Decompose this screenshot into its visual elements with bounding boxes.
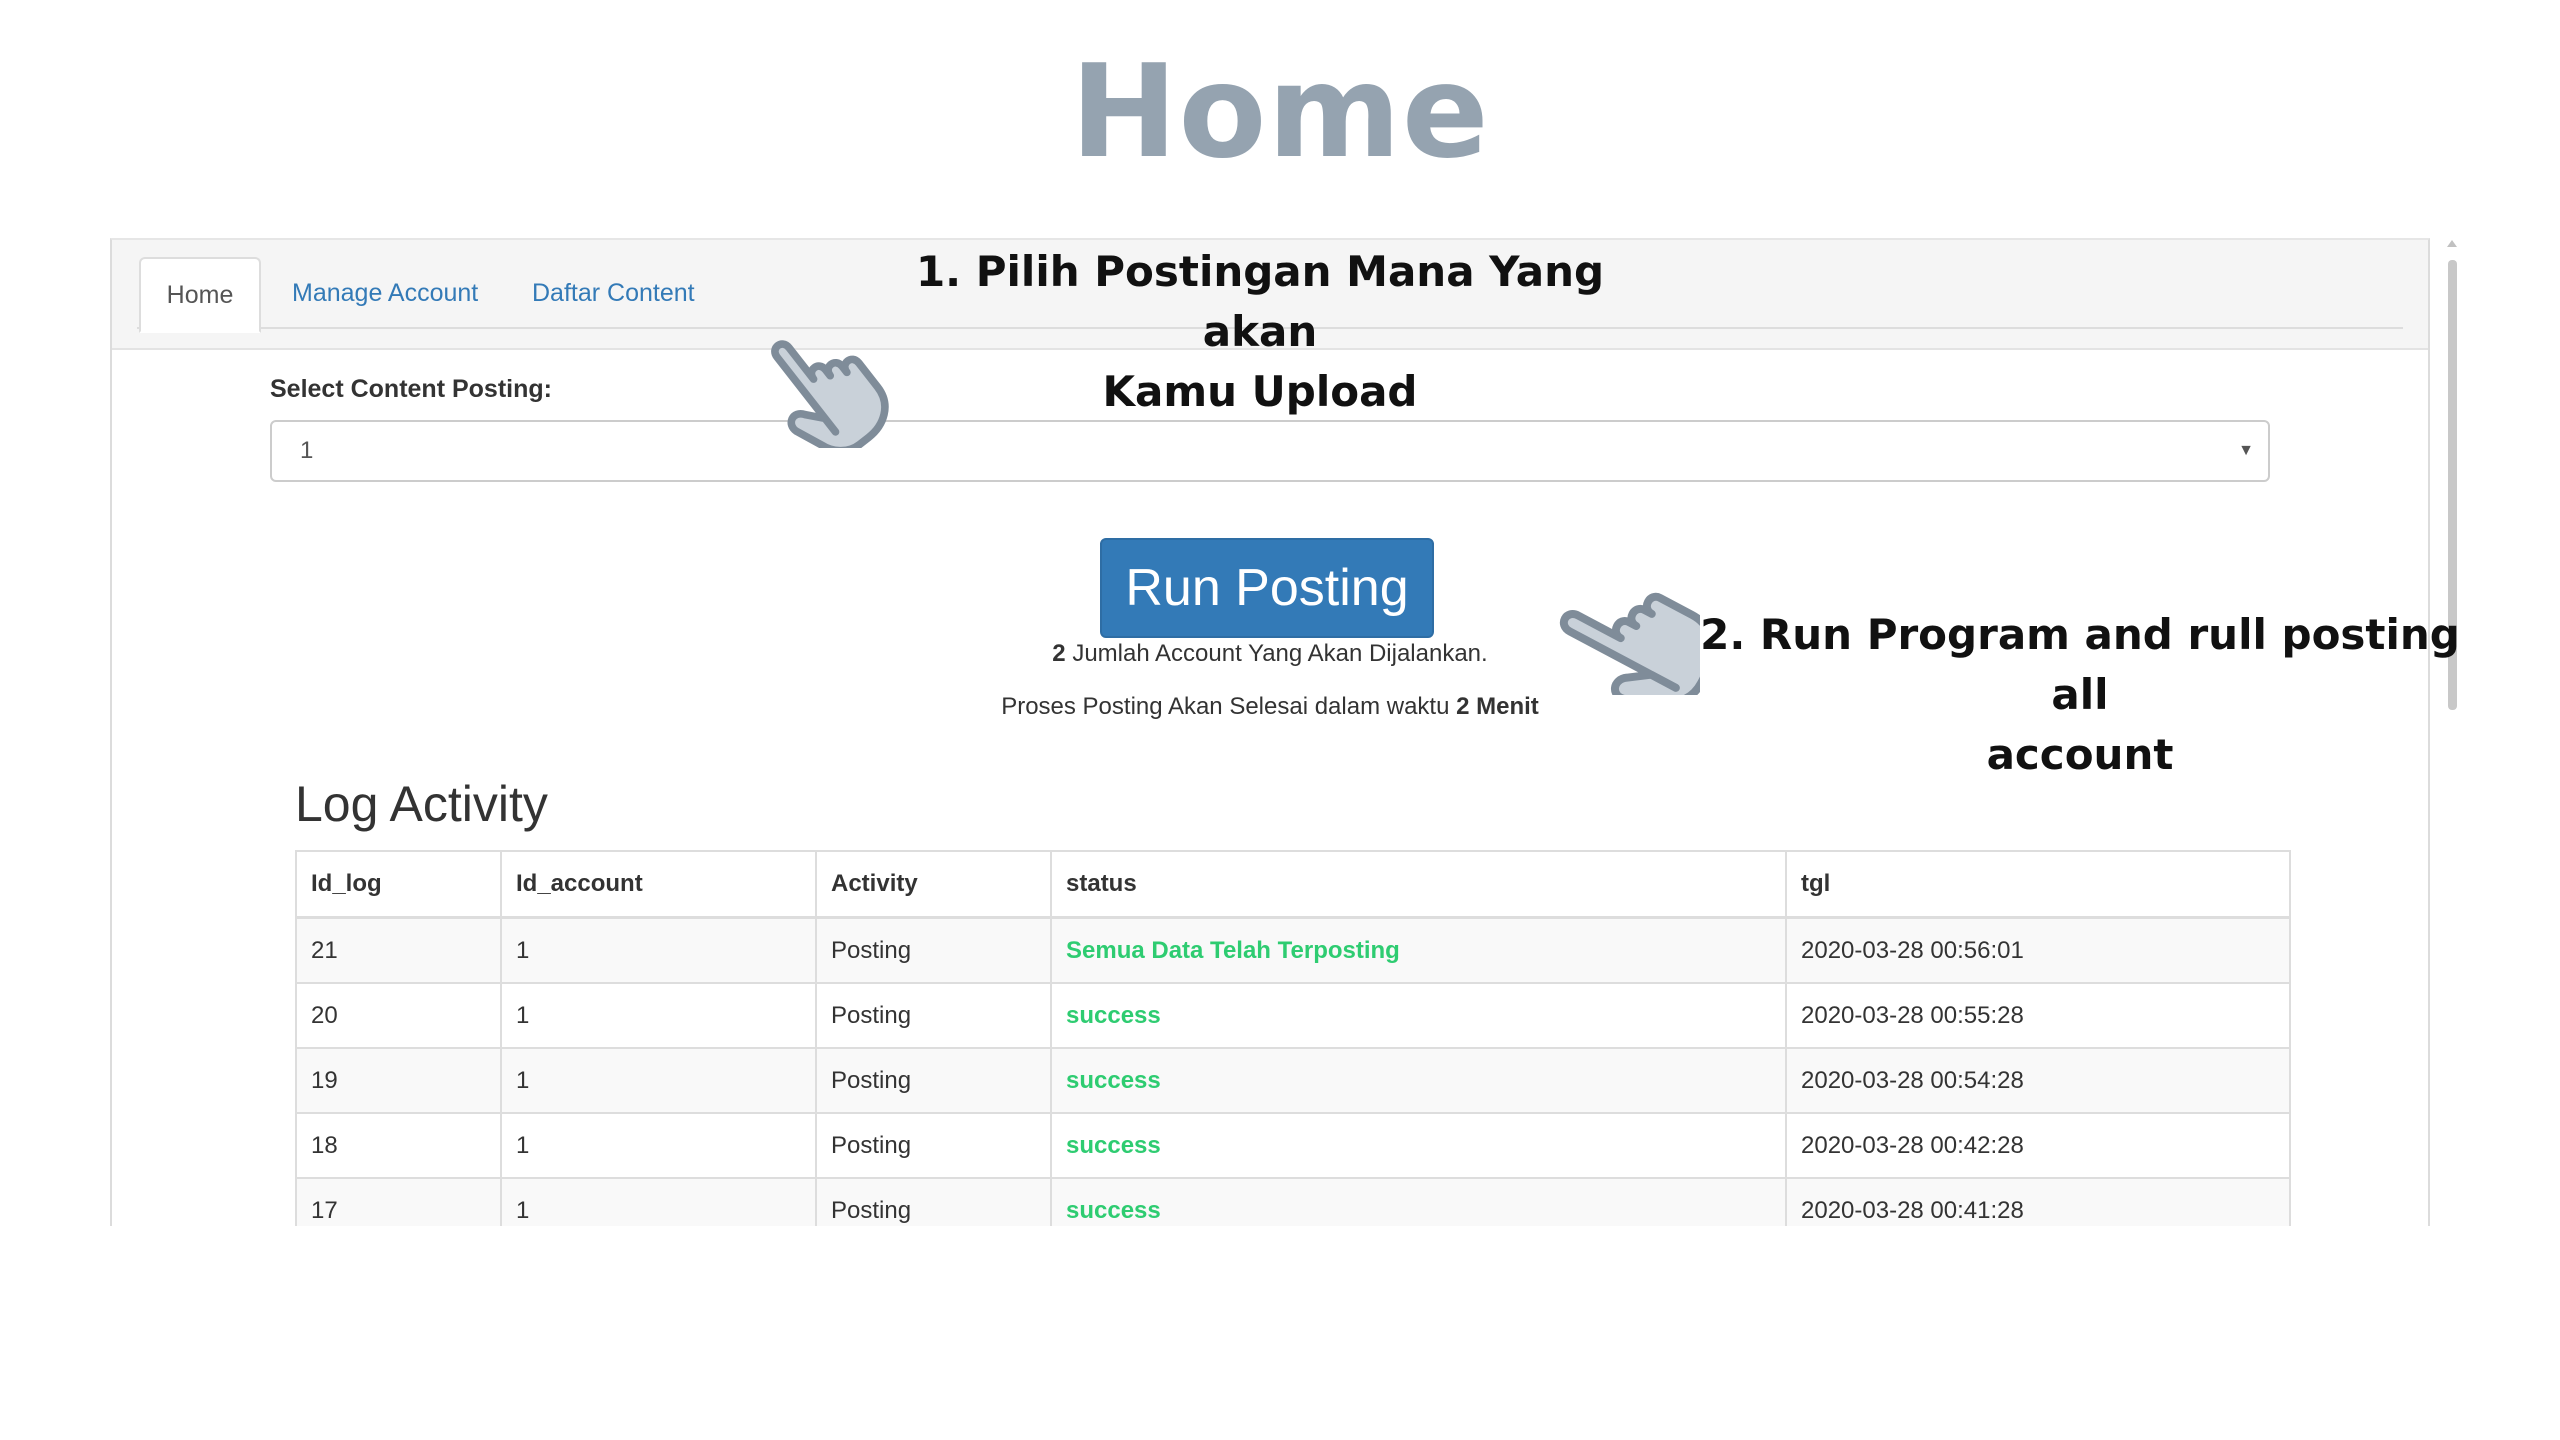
table-row: 20 1 Posting success 2020-03-28 00:55:28 [295, 982, 2291, 1049]
pointing-hand-icon [1559, 592, 1700, 695]
cell-id-log: 18 [295, 1112, 502, 1179]
table-row: 17 1 Posting success 2020-03-28 00:41:28 [295, 1177, 2291, 1226]
callout-step-2-line-1: 2. Run Program and rull posting all [1700, 610, 2460, 719]
cell-tgl: 2020-03-28 00:54:28 [1785, 1047, 2291, 1114]
content-select-value: 1 [300, 437, 314, 464]
time-estimate-text: Proses Posting Akan Selesai dalam waktu [1001, 693, 1450, 720]
cell-activity: Posting [815, 1177, 1052, 1226]
table-row: 21 1 Posting Semua Data Telah Terposting… [295, 916, 2291, 984]
table-header-row: Id_log Id_account Activity status tgl [295, 850, 2291, 919]
cell-id-log: 17 [295, 1177, 502, 1226]
log-activity-title: Log Activity [295, 776, 548, 832]
tab-manage-account[interactable]: Manage Account [292, 257, 478, 329]
callout-step-2-line-2: account [1986, 730, 2174, 779]
log-table: Id_log Id_account Activity status tgl 21… [295, 850, 2291, 1226]
cell-status: success [1050, 982, 1787, 1049]
column-header: Id_log [295, 850, 502, 919]
cell-status: success [1050, 1177, 1787, 1226]
callout-step-1-line-1: 1. Pilih Postingan Mana Yang akan [915, 247, 1605, 356]
run-posting-button[interactable]: Run Posting [1100, 538, 1434, 638]
cell-id-account: 1 [500, 982, 817, 1049]
account-count: 2 [1052, 640, 1066, 667]
table-row: 19 1 Posting success 2020-03-28 00:54:28 [295, 1047, 2291, 1114]
account-count-text: Jumlah Account Yang Akan Dijalankan. [1072, 640, 1488, 667]
tab-daftar-content[interactable]: Daftar Content [532, 257, 695, 329]
table-row: 18 1 Posting success 2020-03-28 00:42:28 [295, 1112, 2291, 1179]
cell-status: Semua Data Telah Terposting [1050, 916, 1787, 984]
cell-tgl: 2020-03-28 00:55:28 [1785, 982, 2291, 1049]
cell-activity: Posting [815, 1047, 1052, 1114]
select-content-label: Select Content Posting: [270, 375, 552, 403]
cell-id-account: 1 [500, 916, 817, 984]
tab-home[interactable]: Home [139, 257, 261, 333]
cell-activity: Posting [815, 916, 1052, 984]
cell-status: success [1050, 1112, 1787, 1179]
cell-tgl: 2020-03-28 00:42:28 [1785, 1112, 2291, 1179]
callout-step-1: 1. Pilih Postingan Mana Yang akan Kamu U… [880, 242, 1640, 422]
cell-id-log: 20 [295, 982, 502, 1049]
column-header: status [1050, 850, 1787, 919]
pointing-hand-icon [771, 340, 889, 448]
time-estimate-value: 2 Menit [1456, 693, 1539, 720]
callout-step-2: 2. Run Program and rull posting all acco… [1700, 605, 2460, 785]
cell-tgl: 2020-03-28 00:56:01 [1785, 916, 2291, 984]
column-header: Activity [815, 850, 1052, 919]
cell-id-log: 19 [295, 1047, 502, 1114]
select-caret-icon: ▼ [2238, 442, 2254, 459]
scroll-up-arrow-icon[interactable] [2447, 240, 2457, 247]
cell-id-account: 1 [500, 1047, 817, 1114]
cell-id-log: 21 [295, 916, 502, 984]
content-select[interactable]: 1 ▼ [270, 420, 2270, 482]
cell-id-account: 1 [500, 1177, 817, 1226]
column-header: tgl [1785, 850, 2291, 919]
column-header: Id_account [500, 850, 817, 919]
cell-status: success [1050, 1047, 1787, 1114]
page-heading: Home [1070, 38, 1490, 187]
cell-tgl: 2020-03-28 00:41:28 [1785, 1177, 2291, 1226]
cell-id-account: 1 [500, 1112, 817, 1179]
cell-activity: Posting [815, 1112, 1052, 1179]
callout-step-1-line-2: Kamu Upload [1102, 367, 1418, 416]
cell-activity: Posting [815, 982, 1052, 1049]
